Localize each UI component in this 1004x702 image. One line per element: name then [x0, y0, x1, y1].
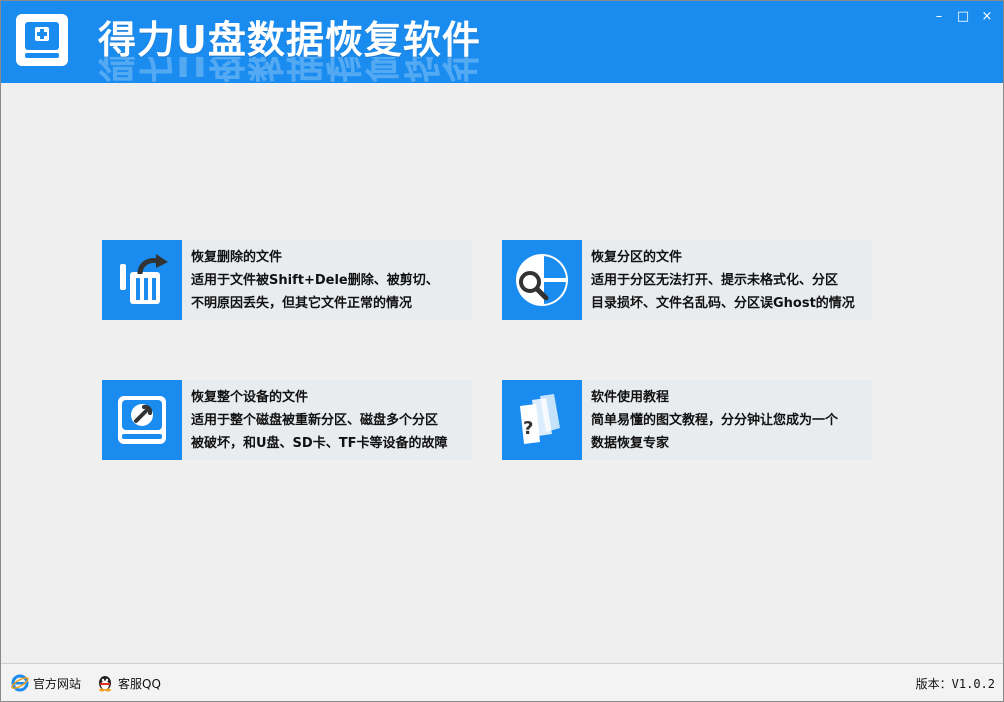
app-title: 得力U盘数据恢复软件: [98, 18, 481, 62]
card-title: 恢复分区的文件: [591, 250, 683, 265]
svg-text:?: ?: [523, 418, 533, 439]
card-title: 软件使用教程: [591, 390, 670, 405]
card-description: 数据恢复专家: [591, 436, 670, 451]
minimize-button[interactable]: –: [931, 9, 947, 25]
card-description: 适用于整个磁盘被重新分区、磁盘多个分区: [191, 413, 439, 428]
header-bar: 得力U盘数据恢复软件 得力U盘数据恢复软件 – □ ×: [1, 1, 1003, 84]
version-label: 版本：V1.0.2: [915, 677, 995, 691]
card-description: 不明原因丢失，但其它文件正常的情况: [191, 296, 413, 311]
official-website-label: 官方网站: [33, 676, 82, 691]
disk-wrench-icon: [102, 380, 182, 460]
app-window: 得力U盘数据恢复软件 得力U盘数据恢复软件 – □ × 恢复删除的文件 适用于文…: [0, 0, 1004, 702]
window-controls: – □ ×: [931, 9, 995, 25]
card-description: 目录损坏、文件名乱码、分区误Ghost的情况: [591, 296, 855, 311]
tutorial-help-icon: ?: [502, 380, 582, 460]
usb-disk-logo-icon: [16, 14, 68, 66]
maximize-button[interactable]: □: [955, 9, 971, 25]
card-title: 恢复删除的文件: [191, 250, 283, 265]
card-description: 适用于分区无法打开、提示未格式化、分区: [591, 273, 839, 288]
recover-device-files-card[interactable]: 恢复整个设备的文件 适用于整个磁盘被重新分区、磁盘多个分区 被破坏，和U盘、SD…: [102, 380, 472, 460]
partition-search-icon: [502, 240, 582, 320]
customer-service-qq-label: 客服QQ: [118, 676, 161, 691]
recover-partition-files-card[interactable]: 恢复分区的文件 适用于分区无法打开、提示未格式化、分区 目录损坏、文件名乱码、分…: [502, 240, 872, 320]
card-description: 适用于文件被Shift+Dele删除、被剪切、: [191, 273, 439, 288]
status-bar: 官方网站 客服QQ 版本：V1.0.2: [1, 663, 1003, 701]
trash-restore-icon: [102, 240, 182, 320]
ie-browser-icon: [11, 674, 29, 692]
qq-penguin-icon: [99, 676, 111, 692]
official-website-link[interactable]: 官方网站: [11, 674, 81, 692]
card-description: 简单易懂的图文教程，分分钟让您成为一个: [591, 413, 839, 428]
close-button[interactable]: ×: [979, 9, 995, 25]
card-description: 被破坏，和U盘、SD卡、TF卡等设备的故障: [191, 436, 448, 451]
recover-deleted-files-card[interactable]: 恢复删除的文件 适用于文件被Shift+Dele删除、被剪切、 不明原因丢失，但…: [102, 240, 472, 320]
customer-service-qq-link[interactable]: 客服QQ: [96, 674, 161, 692]
card-title: 恢复整个设备的文件: [191, 390, 309, 405]
software-tutorial-card[interactable]: ? 软件使用教程 简单易懂的图文教程，分分钟让您成为一个 数据恢复专家: [502, 380, 872, 460]
